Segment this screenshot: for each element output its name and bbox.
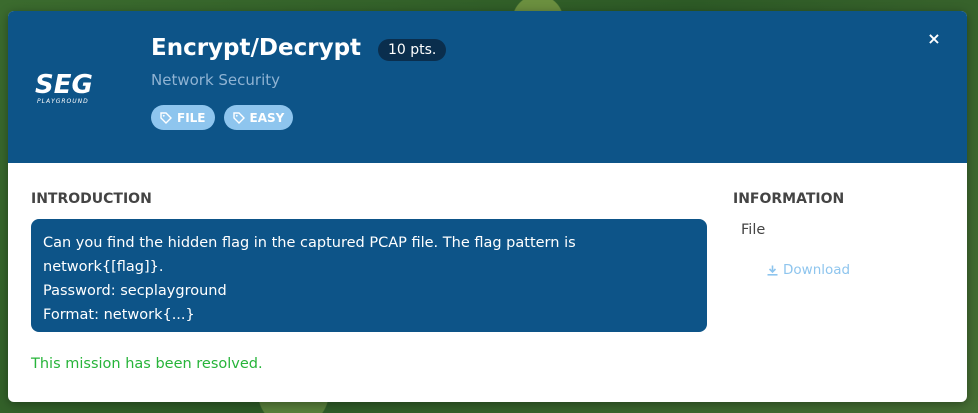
download-link[interactable]: Download — [767, 262, 850, 278]
information-heading: INFORMATION — [733, 191, 845, 207]
tag-easy[interactable]: EASY — [223, 105, 294, 130]
points-badge: 10 pts. — [378, 39, 447, 61]
challenge-title: Encrypt/Decrypt — [151, 35, 362, 61]
download-icon — [767, 265, 778, 276]
tag-icon — [160, 111, 172, 124]
introduction-box: Can you find the hidden flag in the capt… — [31, 219, 707, 332]
intro-line: Password: secplayground — [43, 283, 227, 299]
svg-text:PLAYGROUND: PLAYGROUND — [37, 98, 89, 105]
modal-header: SEG PLAYGROUND Encrypt/Decrypt 10 pts. N… — [8, 11, 967, 163]
tag-label: EASY — [249, 110, 285, 125]
svg-text:SEG: SEG — [35, 70, 93, 100]
tag-file[interactable]: FILE — [151, 105, 215, 130]
tag-icon — [232, 111, 245, 124]
intro-line: Format: network{...} — [43, 307, 195, 323]
challenge-modal: SEG PLAYGROUND Encrypt/Decrypt 10 pts. N… — [8, 11, 967, 402]
tag-label: FILE — [177, 110, 206, 125]
tag-list: FILE EASY — [151, 105, 294, 130]
challenge-category: Network Security — [151, 71, 280, 89]
secplayground-logo: SEG PLAYGROUND — [35, 70, 93, 105]
introduction-heading: INTRODUCTION — [31, 191, 152, 207]
intro-line: network{[flag]}. — [43, 259, 164, 275]
file-label: File — [741, 222, 766, 238]
close-icon[interactable]: × — [924, 29, 944, 49]
intro-line: Can you find the hidden flag in the capt… — [43, 235, 576, 251]
resolved-status: This mission has been resolved. — [31, 356, 263, 372]
download-label: Download — [783, 262, 851, 278]
